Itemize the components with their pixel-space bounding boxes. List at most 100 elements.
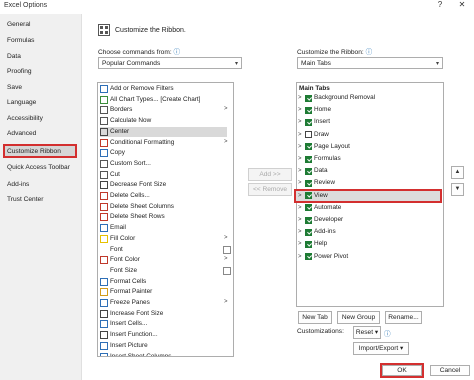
- tab-checkbox[interactable]: [305, 155, 312, 163]
- expand-chevron-icon[interactable]: >: [298, 227, 305, 237]
- ribbon-tab-home[interactable]: > Home: [298, 105, 331, 115]
- command-item[interactable]: Email: [100, 223, 227, 233]
- ribbon-tab-add-ins[interactable]: > Add-ins: [298, 227, 336, 237]
- ribbon-tab-developer[interactable]: > Developer: [298, 215, 343, 225]
- command-label: Font Size: [110, 266, 137, 274]
- tab-checkbox[interactable]: [305, 94, 312, 102]
- command-item[interactable]: Format Painter: [100, 287, 227, 297]
- ribbon-tabs-select[interactable]: Main Tabs ▾: [297, 57, 443, 69]
- command-item[interactable]: Font: [100, 245, 227, 255]
- tab-checkbox[interactable]: [305, 106, 312, 114]
- rename-button[interactable]: Rename...: [385, 311, 422, 324]
- command-item[interactable]: All Chart Types... [Create Chart]: [100, 95, 227, 105]
- command-item[interactable]: Delete Sheet Columns: [100, 202, 227, 212]
- expand-chevron-icon[interactable]: >: [298, 215, 305, 225]
- tab-checkbox[interactable]: [305, 192, 312, 200]
- command-item[interactable]: Insert Cells...: [100, 319, 227, 329]
- expand-chevron-icon[interactable]: >: [298, 178, 305, 188]
- command-item[interactable]: Format Cells: [100, 277, 227, 287]
- tab-checkbox[interactable]: [305, 131, 312, 139]
- tab-label: Add-ins: [314, 228, 336, 236]
- command-item[interactable]: Center: [100, 126, 227, 137]
- command-item[interactable]: Add or Remove Filters: [100, 84, 227, 94]
- command-item[interactable]: Insert Function...: [100, 330, 227, 340]
- expand-chevron-icon[interactable]: >: [298, 154, 305, 164]
- sidebar-item-advanced[interactable]: Advanced: [7, 130, 36, 137]
- cancel-button[interactable]: Cancel: [430, 365, 470, 376]
- sidebar-item-proofing[interactable]: Proofing: [7, 68, 32, 75]
- expand-chevron-icon[interactable]: >: [298, 117, 305, 127]
- sidebar-item-language[interactable]: Language: [7, 99, 36, 106]
- command-item[interactable]: Decrease Font Size: [100, 180, 227, 190]
- add-button[interactable]: Add >>: [248, 168, 292, 181]
- ribbon-tab-power-pivot[interactable]: > Power Pivot: [298, 252, 348, 262]
- tab-checkbox[interactable]: [305, 179, 312, 187]
- move-up-button[interactable]: ▲: [451, 166, 464, 179]
- expand-chevron-icon[interactable]: >: [298, 191, 305, 201]
- command-item[interactable]: Freeze Panes: [100, 298, 227, 308]
- expand-chevron-icon[interactable]: >: [298, 203, 305, 213]
- ribbon-tab-help[interactable]: > Help: [298, 239, 327, 249]
- move-down-button[interactable]: ▼: [451, 183, 464, 196]
- expand-chevron-icon[interactable]: >: [298, 142, 305, 152]
- command-item[interactable]: Insert Picture: [100, 341, 227, 351]
- command-item[interactable]: Font Size: [100, 266, 227, 276]
- command-label: Format Painter: [110, 288, 153, 296]
- tab-checkbox[interactable]: [305, 143, 312, 151]
- sidebar-item-formulas[interactable]: Formulas: [7, 37, 34, 44]
- sidebar-item-accessibility[interactable]: Accessibility: [7, 115, 43, 122]
- sidebar-item-trust-center[interactable]: Trust Center: [7, 196, 43, 203]
- sidebar-item-data[interactable]: Data: [7, 53, 21, 60]
- tab-checkbox[interactable]: [305, 228, 312, 236]
- expand-chevron-icon[interactable]: >: [298, 252, 305, 262]
- tab-checkbox[interactable]: [305, 216, 312, 224]
- command-item[interactable]: Custom Sort...: [100, 159, 227, 169]
- new-group-button[interactable]: New Group: [337, 311, 380, 324]
- command-item[interactable]: Delete Sheet Rows: [100, 212, 227, 222]
- tab-checkbox[interactable]: [305, 167, 312, 175]
- help-button[interactable]: ?: [433, 0, 447, 9]
- tab-checkbox[interactable]: [305, 253, 312, 261]
- new-tab-button[interactable]: New Tab: [298, 311, 332, 324]
- command-item[interactable]: Conditional Formatting: [100, 138, 227, 148]
- ribbon-tab-insert[interactable]: > Insert: [298, 117, 330, 127]
- sidebar-item-quick-access-toolbar[interactable]: Quick Access Toolbar: [7, 164, 70, 171]
- expand-chevron-icon[interactable]: >: [298, 130, 305, 140]
- command-item[interactable]: Increase Font Size: [100, 309, 227, 319]
- ribbon-tab-automate[interactable]: > Automate: [298, 203, 341, 213]
- sidebar-item-save[interactable]: Save: [7, 84, 22, 91]
- tab-checkbox[interactable]: [305, 240, 312, 248]
- ribbon-tab-view[interactable]: > View: [298, 191, 328, 201]
- tab-checkbox[interactable]: [305, 118, 312, 126]
- ribbon-tab-draw[interactable]: > Draw: [298, 130, 329, 140]
- ribbon-tab-page-layout[interactable]: > Page Layout: [298, 142, 350, 152]
- expand-chevron-icon[interactable]: >: [298, 105, 305, 115]
- ribbon-tab-review[interactable]: > Review: [298, 178, 335, 188]
- ribbon-tab-data[interactable]: > Data: [298, 166, 328, 176]
- reset-button[interactable]: Reset ▾: [353, 326, 381, 339]
- expand-chevron-icon[interactable]: >: [298, 239, 305, 249]
- commands-list[interactable]: Add or Remove Filters All Chart Types... …: [97, 82, 234, 357]
- command-item[interactable]: Insert Sheet Columns: [100, 352, 227, 356]
- command-item[interactable]: Cut: [100, 170, 227, 180]
- commands-select[interactable]: Popular Commands ▾: [98, 57, 242, 69]
- command-item[interactable]: Delete Cells...: [100, 191, 227, 201]
- command-item[interactable]: Copy: [100, 148, 227, 158]
- remove-button[interactable]: << Remove: [248, 183, 292, 196]
- expand-chevron-icon[interactable]: >: [298, 93, 305, 103]
- close-button[interactable]: ✕: [455, 0, 469, 9]
- command-item[interactable]: Borders: [100, 105, 227, 115]
- command-label: Font: [110, 245, 123, 253]
- ribbon-tab-formulas[interactable]: > Formulas: [298, 154, 341, 164]
- sidebar-item-general[interactable]: General: [7, 21, 30, 28]
- sidebar-item-add-ins[interactable]: Add-ins: [7, 181, 29, 188]
- ribbon-tab-background-removal[interactable]: > Background Removal: [298, 93, 375, 103]
- sidebar-item-customize-ribbon[interactable]: Customize Ribbon: [7, 148, 61, 155]
- import-export-button[interactable]: Import/Export ▾: [353, 342, 409, 355]
- command-item[interactable]: Fill Color: [100, 234, 227, 244]
- command-item[interactable]: Font Color: [100, 255, 227, 265]
- tab-checkbox[interactable]: [305, 204, 312, 212]
- ok-button[interactable]: OK: [382, 365, 422, 376]
- command-item[interactable]: Calculate Now: [100, 116, 227, 126]
- expand-chevron-icon[interactable]: >: [298, 166, 305, 176]
